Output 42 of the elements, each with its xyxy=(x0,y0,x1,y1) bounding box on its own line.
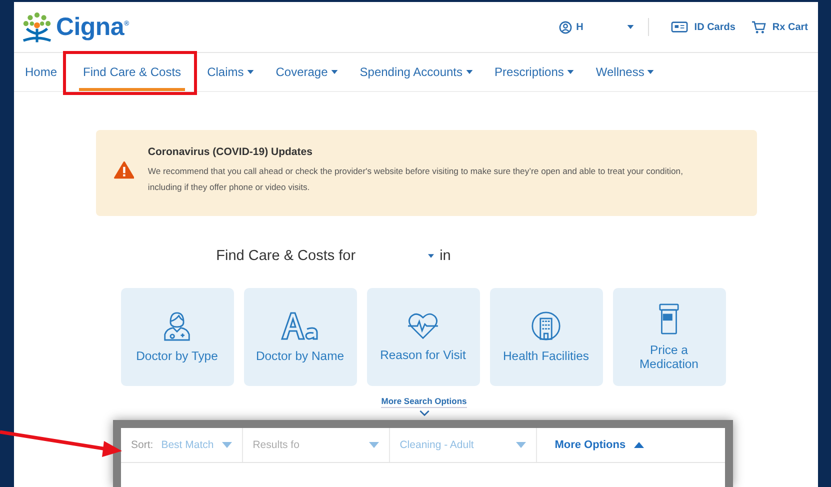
sort-dropdown[interactable]: Sort: Best Match xyxy=(121,428,242,462)
heart-rate-icon xyxy=(407,312,439,340)
caret-up-icon[interactable] xyxy=(634,442,644,448)
caret-icon[interactable] xyxy=(466,70,473,74)
caret-icon[interactable] xyxy=(330,70,338,74)
search-option-tile[interactable]: Reason for Visit xyxy=(366,288,480,386)
nav-tab[interactable]: Claims xyxy=(207,53,254,91)
nav-tab[interactable]: Coverage xyxy=(276,53,338,91)
search-option-tile[interactable]: Health Facilities xyxy=(490,288,602,386)
tree-logo-icon xyxy=(20,10,54,44)
caret-icon[interactable] xyxy=(428,254,434,258)
user-icon[interactable] xyxy=(559,20,572,34)
letters-icon xyxy=(280,311,320,341)
building-icon xyxy=(531,311,561,341)
logo-wordmark[interactable]: Cigna$^{®}$ xyxy=(56,12,129,42)
nav-tab[interactable]: Find Care & Costs xyxy=(79,53,186,91)
header-link[interactable]: Rx Cart xyxy=(751,20,808,34)
nav-tab[interactable]: Prescriptions xyxy=(494,53,574,91)
more-search-options-link[interactable]: More Search Options xyxy=(381,396,467,408)
header-link[interactable]: ID Cards xyxy=(671,21,736,33)
search-heading: Find Care & Costs for xyxy=(216,248,356,264)
alert-message: We recommend that you call ahead or check the provider's website before visiting to make sure they’re open and able to treat your condition, including if they offer phone or video visits. xyxy=(148,164,684,194)
cart-icon xyxy=(751,20,766,34)
nav-tab[interactable]: Home xyxy=(25,53,58,91)
nav-tab[interactable]: Wellness xyxy=(596,53,654,91)
search-heading: in xyxy=(440,248,451,264)
caret-icon[interactable] xyxy=(246,70,254,74)
nav-tab[interactable]: Spending Accounts xyxy=(360,53,473,91)
warning-icon xyxy=(114,159,134,181)
alert-title: Coronavirus (COVID-19) Updates xyxy=(148,146,314,158)
caret-icon[interactable] xyxy=(647,70,654,74)
chevron-down-icon[interactable] xyxy=(418,410,430,416)
pill-bottle-icon xyxy=(659,303,679,335)
caret-icon[interactable] xyxy=(566,70,574,74)
search-option-tile[interactable]: Doctor by Name xyxy=(244,288,356,386)
more-options-toggle[interactable]: More Options xyxy=(536,428,654,462)
search-option-tile[interactable]: Price a Medication xyxy=(612,288,726,386)
id-card-icon xyxy=(671,21,688,33)
caret-icon[interactable] xyxy=(627,25,634,29)
search-option-tile[interactable]: Doctor by Type xyxy=(120,288,234,386)
doctor-icon xyxy=(163,311,191,341)
user-name[interactable]: H xyxy=(576,22,584,32)
